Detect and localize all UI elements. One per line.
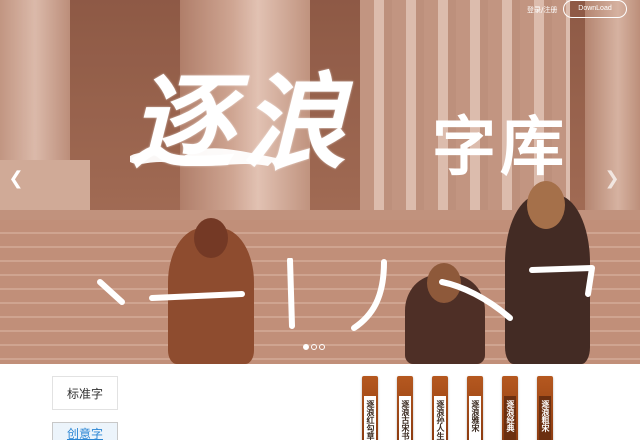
font-card-label: 逐浪经典 (506, 400, 515, 432)
stroke-pie (351, 259, 387, 331)
font-card-label: 逐浪古宋书 (401, 400, 410, 440)
font-card-label: 逐浪雅宋 (471, 400, 480, 432)
font-card[interactable]: 逐浪雅宋 (467, 376, 483, 440)
font-card-label: 逐浪粗宋 (541, 400, 550, 432)
slider-dot[interactable] (319, 344, 325, 350)
slider-dot[interactable] (311, 344, 317, 350)
login-register-link[interactable]: 登录/注册 (527, 4, 557, 16)
font-card[interactable]: 逐浪经典 (502, 376, 518, 440)
font-card[interactable]: 逐浪孙人生 (432, 376, 448, 440)
stroke-dian (97, 279, 125, 305)
font-card-label: 逐浪孙人生 (436, 400, 445, 440)
stroke-hengzhe (529, 265, 595, 297)
font-card-label: 逐浪红勾草 (366, 400, 375, 440)
stroke-shu (287, 258, 295, 329)
slider-prev-arrow-icon[interactable]: ❮ (6, 168, 26, 190)
slider-next-arrow-icon[interactable]: ❯ (602, 168, 622, 190)
font-card[interactable]: 逐浪古宋书 (397, 376, 413, 440)
hero-title-sub: 字库 (432, 111, 568, 185)
calligraphy-strokes (97, 258, 595, 331)
download-button[interactable]: DownLoad (563, 0, 627, 18)
stroke-heng (149, 291, 245, 301)
hero-title-main: 逐浪 (130, 61, 355, 184)
hero-banner: 逐浪 字库 ❮ ❯ 登录/注册 DownLoad (0, 0, 640, 364)
slider-dots (303, 344, 325, 350)
slider-dot[interactable] (303, 344, 309, 350)
font-card[interactable]: 逐浪粗宋 (537, 376, 553, 440)
font-card[interactable]: 逐浪红勾草 (362, 376, 378, 440)
stroke-na (439, 279, 513, 321)
tab-creative-fonts[interactable]: 创意字 (52, 422, 118, 440)
tab-standard-fonts[interactable]: 标准字 (52, 376, 118, 410)
